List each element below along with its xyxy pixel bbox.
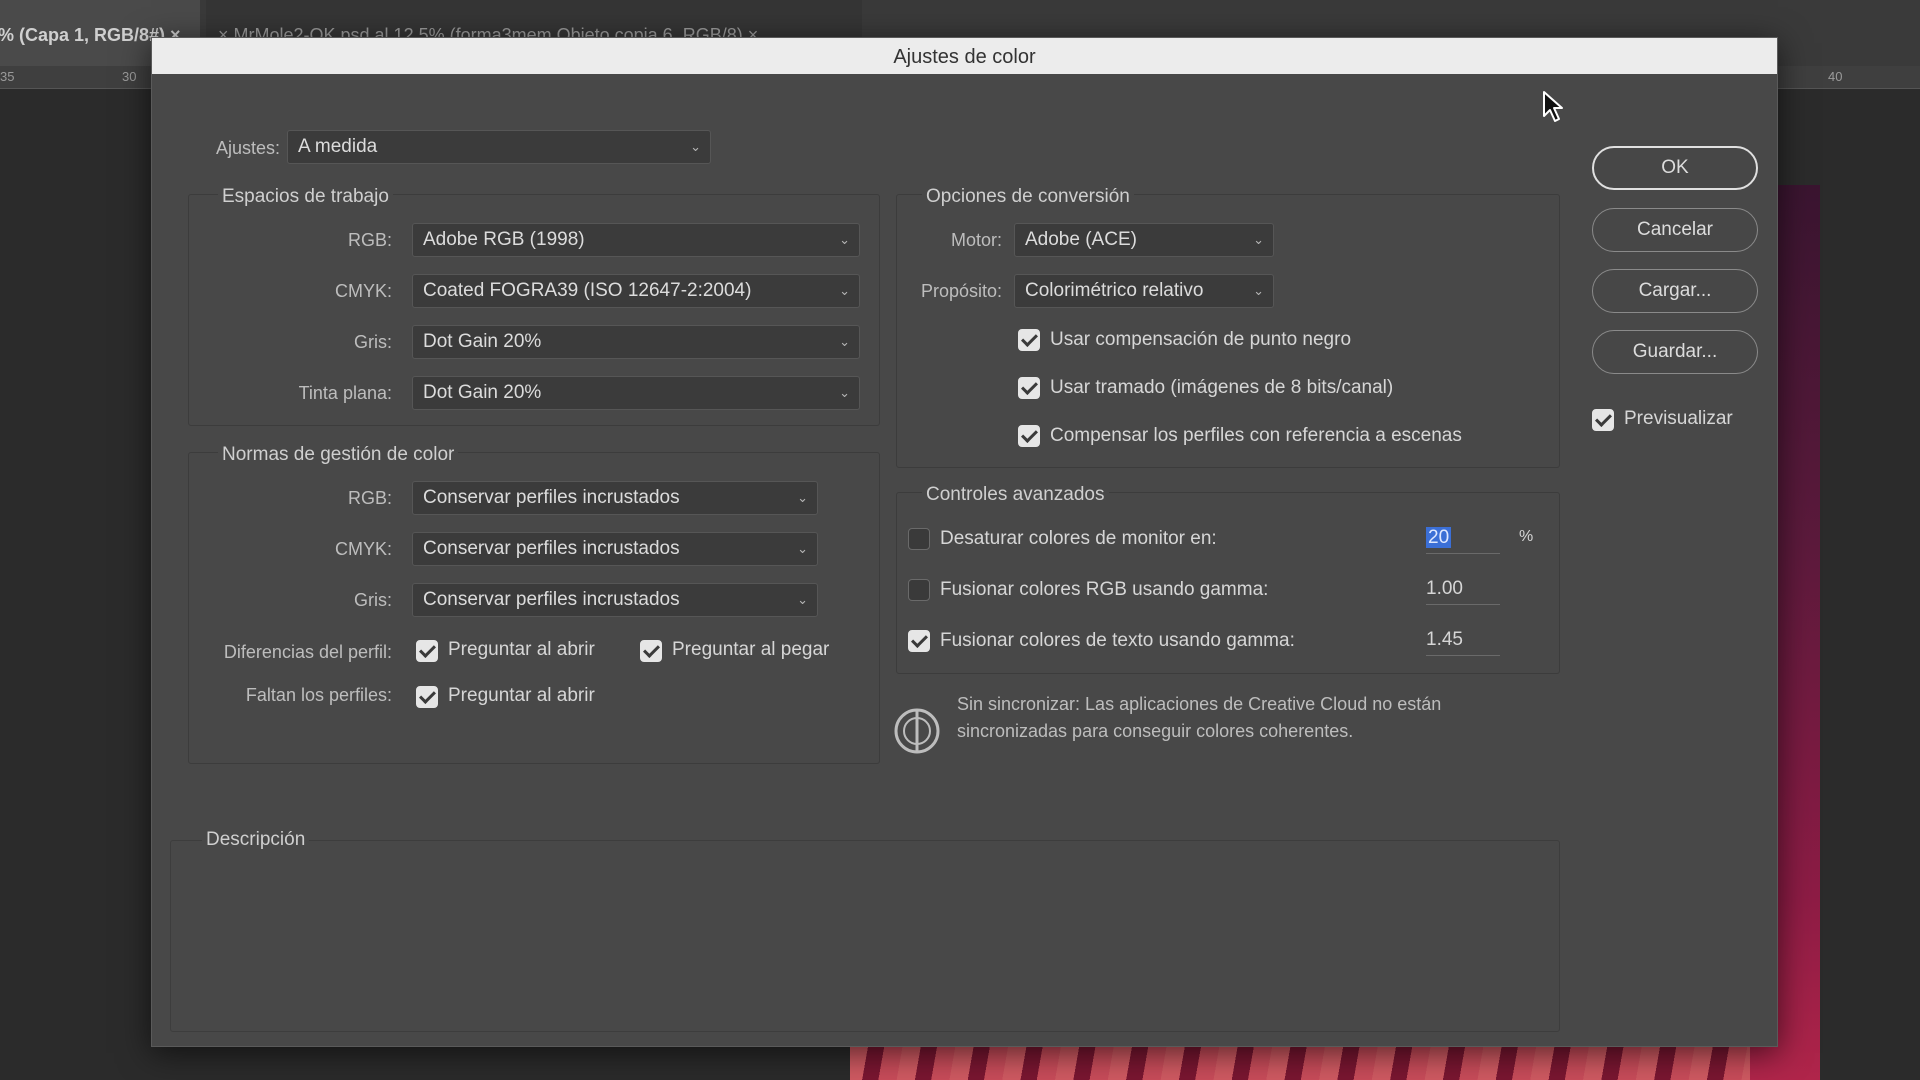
ws-cmyk-value: Coated FOGRA39 (ISO 12647-2:2004) [423,280,752,301]
preview-label[interactable]: Previsualizar [1624,408,1733,430]
engine-dropdown[interactable]: Adobe (ACE) ⌄ [1014,223,1274,257]
missing-profiles-label: Faltan los perfiles: [245,685,392,705]
sync-message-line1: Sin sincronizar: Las aplicaciones de Cre… [957,694,1442,714]
profile-mismatch-label: Diferencias del perfil: [223,642,392,662]
policy-cmyk-dropdown[interactable]: Conservar perfiles incrustados ⌄ [412,532,818,566]
preview-checkbox[interactable] [1592,409,1614,431]
ws-spot-dropdown[interactable]: Dot Gain 20% ⌄ [412,376,860,410]
mouse-cursor-icon [1543,91,1563,122]
scene-ref-checkbox[interactable] [1018,425,1040,447]
settings-value: A medida [298,136,378,157]
engine-label: Motor: [950,230,1002,250]
working-spaces-title: Espacios de trabajo [218,186,393,208]
mismatch-open-label[interactable]: Preguntar al abrir [448,639,595,661]
save-button[interactable]: Guardar... [1592,330,1758,374]
ruler-label: 40 [1828,69,1843,84]
blend-text-value: 1.45 [1426,629,1463,650]
black-point-checkbox[interactable] [1018,329,1040,351]
advanced-controls-title: Controles avanzados [922,484,1109,506]
chevron-down-icon: ⌄ [690,139,701,154]
policy-gray-dropdown[interactable]: Conservar perfiles incrustados ⌄ [412,583,818,617]
chevron-down-icon: ⌄ [1253,283,1264,298]
dialog-title: Ajustes de color [152,38,1777,74]
color-settings-dialog: Ajustes de color Ajustes: A medida ⌄ Esp… [151,37,1778,1047]
intent-dropdown[interactable]: Colorimétrico relativo ⌄ [1014,274,1274,308]
ws-cmyk-label: CMYK: [334,281,392,301]
intent-label: Propósito: [920,281,1002,301]
mismatch-open-checkbox[interactable] [416,640,438,662]
ws-gray-dropdown[interactable]: Dot Gain 20% ⌄ [412,325,860,359]
blend-text-input[interactable]: 1.45 [1426,625,1500,656]
policy-gray-label: Gris: [354,590,392,610]
blend-rgb-checkbox[interactable] [908,579,930,601]
dialog-content: Ajustes: A medida ⌄ Espacios de trabajo … [152,74,1777,1046]
chevron-down-icon: ⌄ [1253,232,1264,247]
scene-ref-label[interactable]: Compensar los perfiles con referencia a … [1050,425,1462,447]
intent-value: Colorimétrico relativo [1025,280,1204,301]
desaturate-checkbox[interactable] [908,528,930,550]
color-policies-title: Normas de gestión de color [218,444,459,466]
blend-rgb-label[interactable]: Fusionar colores RGB usando gamma: [940,579,1268,601]
ws-spot-label: Tinta plana: [298,383,392,403]
blend-text-label[interactable]: Fusionar colores de texto usando gamma: [940,630,1295,652]
chevron-down-icon: ⌄ [839,385,850,400]
ws-rgb-dropdown[interactable]: Adobe RGB (1998) ⌄ [412,223,860,257]
desaturate-input[interactable]: 20 [1426,523,1500,554]
policy-rgb-label: RGB: [347,488,392,508]
percent-unit: % [1519,528,1534,545]
mismatch-paste-checkbox[interactable] [640,640,662,662]
chevron-down-icon: ⌄ [797,541,808,556]
ok-button[interactable]: OK [1592,146,1758,190]
ruler-label: 30 [122,69,137,84]
ws-spot-value: Dot Gain 20% [423,382,542,403]
sync-message-line2: sincronizadas para conseguir colores coh… [957,721,1354,741]
ruler-label: 35 [0,69,15,84]
ws-gray-label: Gris: [354,332,392,352]
cancel-button[interactable]: Cancelar [1592,208,1758,252]
black-point-label[interactable]: Usar compensación de punto negro [1050,329,1351,351]
canvas-artwork-detail [850,1045,1750,1080]
blend-rgb-value: 1.00 [1426,578,1463,599]
chevron-down-icon: ⌄ [797,592,808,607]
ws-cmyk-dropdown[interactable]: Coated FOGRA39 (ISO 12647-2:2004) ⌄ [412,274,860,308]
settings-dropdown[interactable]: A medida ⌄ [287,130,711,164]
policy-rgb-value: Conservar perfiles incrustados [423,487,680,508]
conversion-options-title: Opciones de conversión [922,186,1134,208]
ws-rgb-label: RGB: [347,230,392,250]
description-title: Descripción [202,829,310,851]
ws-rgb-value: Adobe RGB (1998) [423,229,585,250]
dither-label[interactable]: Usar tramado (imágenes de 8 bits/canal) [1050,377,1393,399]
description-group [170,840,1560,1032]
policy-rgb-dropdown[interactable]: Conservar perfiles incrustados ⌄ [412,481,818,515]
blend-rgb-input[interactable]: 1.00 [1426,574,1500,605]
settings-label: Ajustes: [215,138,280,158]
mismatch-paste-label[interactable]: Preguntar al pegar [672,639,829,661]
sync-status-icon [894,708,940,754]
chevron-down-icon: ⌄ [839,283,850,298]
policy-cmyk-label: CMYK: [334,539,392,559]
chevron-down-icon: ⌄ [839,334,850,349]
dither-checkbox[interactable] [1018,377,1040,399]
desaturate-label[interactable]: Desaturar colores de monitor en: [940,528,1217,550]
chevron-down-icon: ⌄ [797,490,808,505]
load-button[interactable]: Cargar... [1592,269,1758,313]
blend-text-checkbox[interactable] [908,630,930,652]
chevron-down-icon: ⌄ [839,232,850,247]
policy-cmyk-value: Conservar perfiles incrustados [423,538,680,559]
desaturate-value: 20 [1426,527,1452,548]
engine-value: Adobe (ACE) [1025,229,1137,250]
missing-open-label[interactable]: Preguntar al abrir [448,685,595,707]
ws-gray-value: Dot Gain 20% [423,331,542,352]
missing-open-checkbox[interactable] [416,686,438,708]
policy-gray-value: Conservar perfiles incrustados [423,589,680,610]
